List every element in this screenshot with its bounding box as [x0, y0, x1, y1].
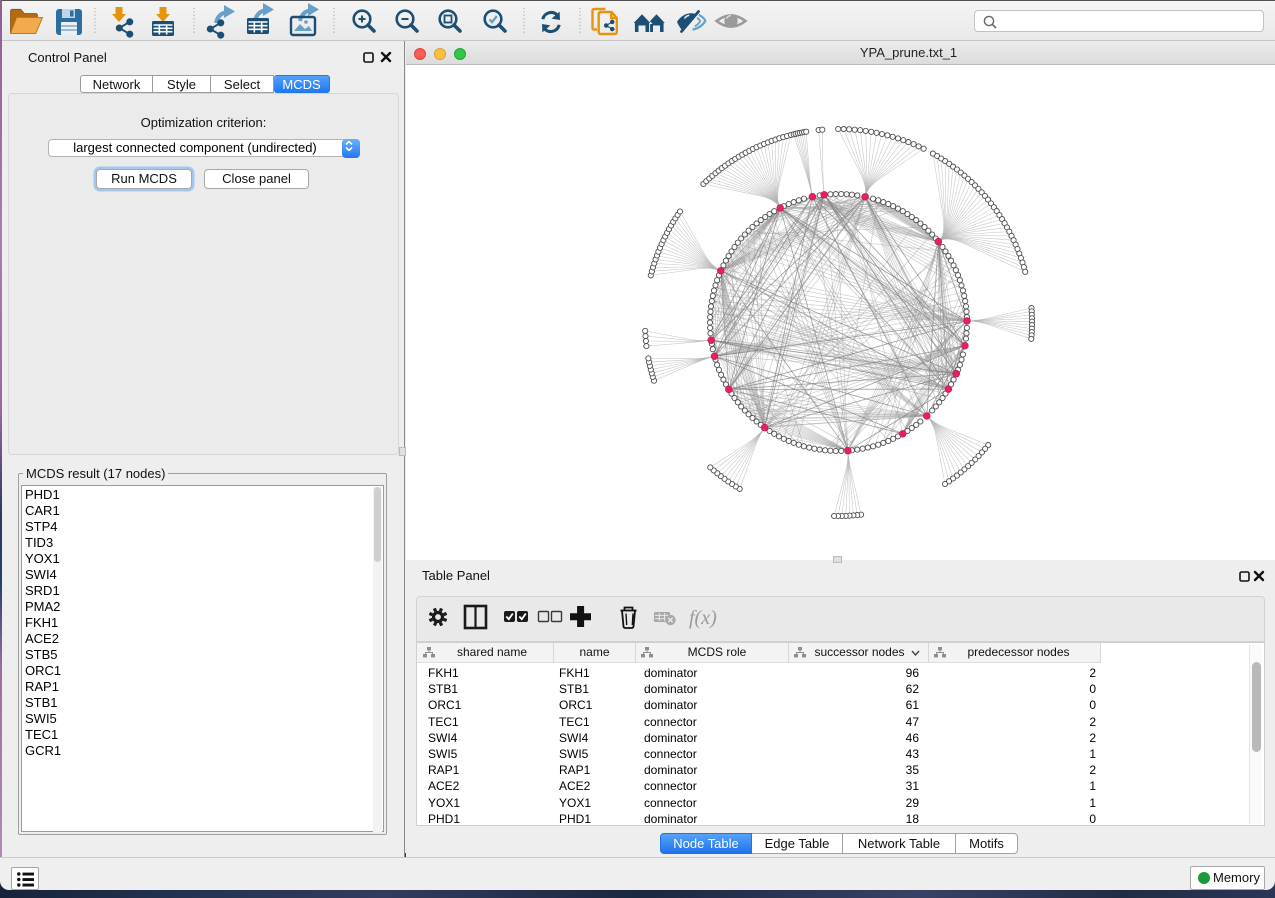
svg-text:f(x): f(x)	[689, 607, 717, 629]
